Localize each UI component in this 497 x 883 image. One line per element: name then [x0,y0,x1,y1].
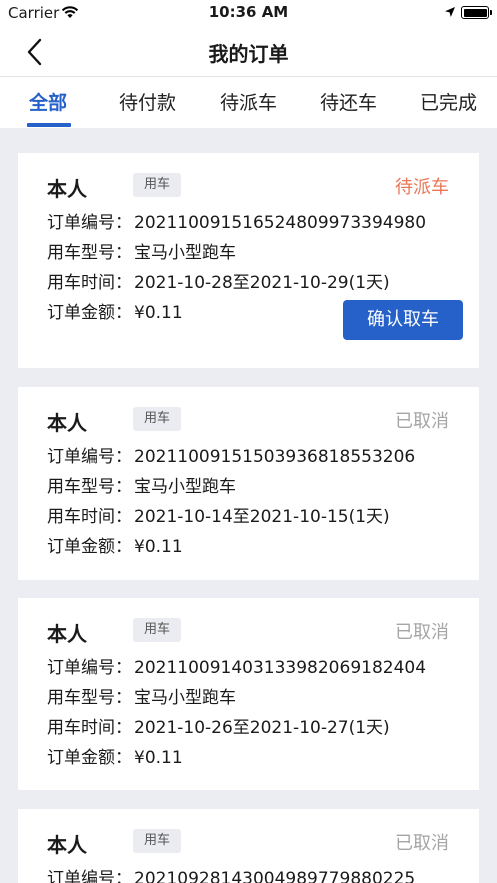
status-time: 10:36 AM [208,3,289,21]
order-owner: 本人 [47,622,87,646]
order-card[interactable]: 本人 用车 待派车 订单编号： 2021100915165248099733949… [18,153,479,368]
order-status: 待派车 [395,177,449,198]
order-no-value: 20210928143004989779880225 [134,869,416,883]
order-no-label: 订单编号： [47,213,132,233]
car-model-label: 用车型号： [47,477,132,497]
tab-completed[interactable]: 已完成 [420,88,477,115]
order-owner: 本人 [47,411,87,435]
order-type-tag: 用车 [133,829,181,853]
order-no-row: 订单编号： 20211009151503936818553206 [47,442,415,467]
amount-value: ¥0.11 [134,303,183,323]
order-type-tag: 用车 [133,618,181,642]
car-model-value: 宝马小型跑车 [134,477,236,497]
nav-bar: 我的订单 [0,30,497,74]
order-no-row: 订单编号： 202110091403133982069182404 [47,653,426,678]
battery-icon [461,6,489,19]
order-status: 已取消 [395,411,449,432]
car-time-value: 2021-10-26至2021-10-27(1天) [134,718,390,738]
amount-value: ¥0.11 [134,748,183,768]
order-no-value: 202110091403133982069182404 [134,658,427,678]
confirm-pickup-button[interactable]: 确认取车 [343,300,463,340]
car-time-value: 2021-10-14至2021-10-15(1天) [134,507,390,527]
car-time-label: 用车时间： [47,718,132,738]
order-type-tag: 用车 [133,173,181,197]
car-model-value: 宝马小型跑车 [134,243,236,263]
car-model-label: 用车型号： [47,688,132,708]
car-model-row: 用车型号： 宝马小型跑车 [47,472,236,497]
order-card[interactable]: 本人 用车 已取消 订单编号： 2021092814300498977988022… [18,809,479,883]
car-model-label: 用车型号： [47,243,132,263]
order-card[interactable]: 本人 用车 已取消 订单编号： 2021100915150393681855320… [18,387,479,580]
order-no-row: 订单编号： 20210928143004989779880225 [47,864,415,883]
order-no-row: 订单编号： 202110091516524809973394980 [47,208,426,233]
amount-row: 订单金额： ¥0.11 [47,298,183,323]
amount-row: 订单金额： ¥0.11 [47,743,183,768]
order-no-value: 20211009151503936818553206 [134,447,416,467]
tab-pending-dispatch[interactable]: 待派车 [220,88,277,115]
order-type-tag: 用车 [133,407,181,431]
status-bar: Carrier 10:36 AM [0,0,497,26]
order-no-label: 订单编号： [47,869,132,883]
tab-all[interactable]: 全部 [29,88,67,115]
battery-tip [490,10,492,15]
car-time-value: 2021-10-28至2021-10-29(1天) [134,273,390,293]
order-no-label: 订单编号： [47,447,132,467]
order-owner: 本人 [47,177,87,201]
car-time-row: 用车时间： 2021-10-14至2021-10-15(1天) [47,502,390,527]
amount-row: 订单金额： ¥0.11 [47,532,183,557]
car-model-row: 用车型号： 宝马小型跑车 [47,238,236,263]
order-status: 已取消 [395,833,449,854]
car-time-label: 用车时间： [47,273,132,293]
nav-divider [0,76,497,77]
amount-value: ¥0.11 [134,537,183,557]
page-title: 我的订单 [208,42,289,66]
order-card[interactable]: 本人 用车 已取消 订单编号： 2021100914031339820691824… [18,598,479,790]
car-time-row: 用车时间： 2021-10-28至2021-10-29(1天) [47,268,390,293]
tab-pending-payment[interactable]: 待付款 [119,88,176,115]
order-status: 已取消 [395,622,449,643]
location-arrow-icon [445,7,455,17]
tab-pending-return[interactable]: 待还车 [320,88,377,115]
amount-label: 订单金额： [47,748,132,768]
car-model-value: 宝马小型跑车 [134,688,236,708]
top-bar: Carrier 10:36 AM 我的订单 全部 待付款 待派车 待还车 已完成 [0,0,497,128]
car-time-row: 用车时间： 2021-10-26至2021-10-27(1天) [47,713,390,738]
amount-label: 订单金额： [47,303,132,323]
order-no-label: 订单编号： [47,658,132,678]
active-tab-indicator [27,123,71,127]
order-owner: 本人 [47,833,87,857]
car-model-row: 用车型号： 宝马小型跑车 [47,683,236,708]
order-no-value: 202110091516524809973394980 [134,213,427,233]
amount-label: 订单金额： [47,537,132,557]
car-time-label: 用车时间： [47,507,132,527]
order-tabs: 全部 待付款 待派车 待还车 已完成 [0,78,497,128]
